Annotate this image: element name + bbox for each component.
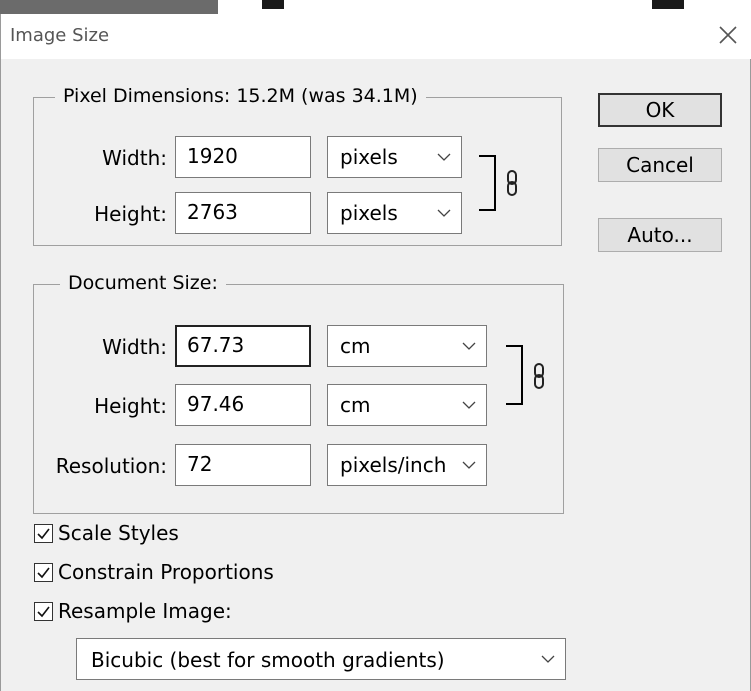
background-block xyxy=(652,0,684,9)
pixel-height-label: Height: xyxy=(94,202,167,226)
pixel-height-unit-select[interactable]: pixels xyxy=(327,192,462,234)
pixel-dimensions-legend: Pixel Dimensions: 15.2M (was 34.1M) xyxy=(55,85,426,107)
title-bar: Image Size xyxy=(1,14,751,59)
background-block xyxy=(262,0,284,9)
chevron-down-icon xyxy=(462,401,476,409)
pixel-height-unit-value: pixels xyxy=(340,201,398,225)
image-size-dialog: Image Size Pixel Dimensions: 15.2M (was … xyxy=(0,14,751,691)
background-strip xyxy=(0,0,218,14)
resolution-label: Resolution: xyxy=(55,454,167,478)
pixel-constrain-bracket xyxy=(479,155,496,211)
chevron-down-icon xyxy=(437,153,451,161)
chevron-down-icon xyxy=(462,342,476,350)
background-window xyxy=(0,0,751,14)
cancel-button[interactable]: Cancel xyxy=(598,148,722,182)
constrain-proportions-label: Constrain Proportions xyxy=(58,560,274,584)
document-height-unit-select[interactable]: cm xyxy=(327,384,487,426)
document-width-label: Width: xyxy=(102,335,167,359)
resample-image-label: Resample Image: xyxy=(58,599,232,623)
chevron-down-icon xyxy=(462,461,476,469)
document-height-unit-value: cm xyxy=(340,393,371,417)
resample-method-value: Bicubic (best for smooth gradients) xyxy=(91,648,445,672)
pixel-height-input[interactable]: 2763 xyxy=(175,192,311,234)
pixel-width-label: Width: xyxy=(102,146,167,170)
chevron-down-icon xyxy=(437,209,451,217)
document-height-input[interactable]: 97.46 xyxy=(175,384,311,426)
checkmark-icon xyxy=(34,601,53,621)
document-size-legend: Document Size: xyxy=(60,272,226,294)
document-width-unit-value: cm xyxy=(340,334,371,358)
resolution-unit-value: pixels/inch xyxy=(340,453,447,477)
chevron-down-icon xyxy=(541,655,555,663)
pixel-width-input[interactable]: 1920 xyxy=(175,136,311,178)
pixel-width-unit-select[interactable]: pixels xyxy=(327,136,462,178)
pixel-width-unit-value: pixels xyxy=(340,145,398,169)
ok-button[interactable]: OK xyxy=(598,93,722,127)
dialog-title: Image Size xyxy=(10,25,110,46)
checkmark-icon xyxy=(34,523,53,543)
close-icon[interactable] xyxy=(713,20,743,50)
checkmark-icon xyxy=(34,562,53,582)
resolution-input[interactable]: 72 xyxy=(175,444,311,486)
document-width-unit-select[interactable]: cm xyxy=(327,325,487,367)
scale-styles-label: Scale Styles xyxy=(58,521,179,545)
chain-link-icon xyxy=(534,363,544,389)
document-width-input[interactable]: 67.73 xyxy=(175,325,311,367)
document-height-label: Height: xyxy=(94,394,167,418)
document-constrain-bracket xyxy=(506,345,523,405)
chain-link-icon xyxy=(507,170,517,196)
scale-styles-checkbox[interactable]: Scale Styles xyxy=(34,521,179,545)
constrain-proportions-checkbox[interactable]: Constrain Proportions xyxy=(34,560,274,584)
auto-button[interactable]: Auto... xyxy=(598,218,722,252)
resolution-unit-select[interactable]: pixels/inch xyxy=(327,444,487,486)
resample-method-select[interactable]: Bicubic (best for smooth gradients) xyxy=(76,638,566,680)
resample-image-checkbox[interactable]: Resample Image: xyxy=(34,599,232,623)
